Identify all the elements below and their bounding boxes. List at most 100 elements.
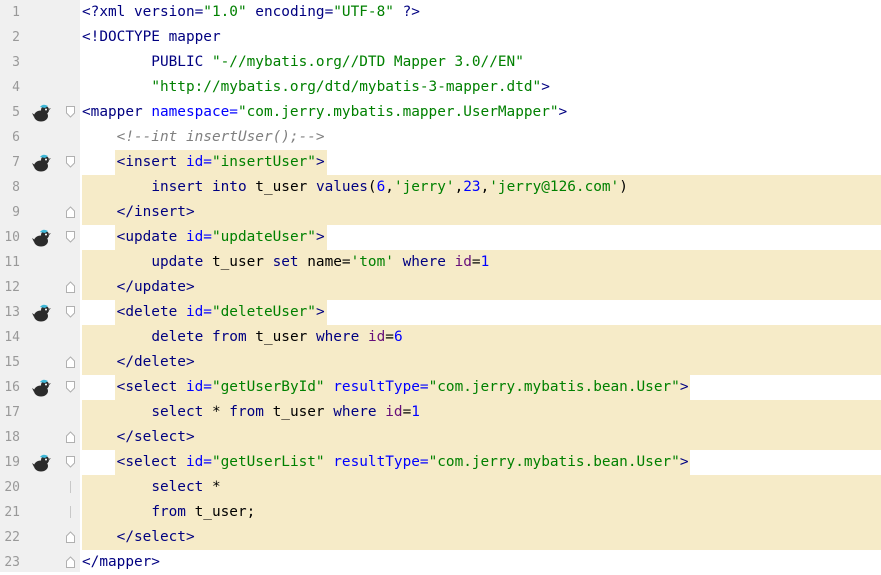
mybatis-bird-icon[interactable] [31, 103, 51, 123]
line-number: 19 [4, 455, 20, 470]
fold-marker-icon[interactable] [66, 231, 75, 243]
code-token: ?> [393, 4, 420, 20]
code-line[interactable]: 16 <select id="getUserById" resultType="… [0, 375, 881, 400]
fold-marker-icon[interactable] [66, 106, 75, 118]
line-number: 2 [12, 30, 20, 45]
mybatis-bird-icon[interactable] [31, 453, 51, 473]
line-number: 23 [4, 555, 20, 570]
code-token: > [315, 304, 325, 320]
code-line[interactable]: 15 </delete> [0, 350, 881, 375]
fold-marker-icon[interactable] [66, 281, 75, 293]
code-text: </select> [82, 525, 195, 550]
code-token: "-//mybatis.org//DTD Mapper 3.0//EN" [211, 54, 524, 70]
line-number: 15 [4, 355, 20, 370]
code-line[interactable]: 23 </mapper> [0, 550, 881, 575]
fold-marker-icon[interactable] [66, 206, 75, 218]
line-number: 22 [4, 530, 20, 545]
line-number: 10 [4, 230, 20, 245]
statement-highlight [82, 425, 881, 450]
code-text: "http://mybatis.org/dtd/mybatis-3-mapper… [82, 75, 550, 100]
code-text: </delete> [82, 350, 195, 375]
fold-marker-icon[interactable] [66, 156, 75, 168]
code-token: t_user; [185, 504, 256, 520]
code-token: "getUserList" [211, 454, 325, 470]
mybatis-bird-icon[interactable] [31, 153, 51, 173]
code-token: where [333, 404, 377, 420]
code-token: <mapper [82, 104, 152, 120]
code-token: "updateUser" [211, 229, 316, 245]
code-token: </update> [116, 279, 195, 295]
code-line[interactable]: 8 insert into t_user values(6,'jerry',23… [0, 175, 881, 200]
fold-marker-icon[interactable] [66, 381, 75, 393]
fold-marker-icon[interactable] [66, 306, 75, 318]
mybatis-bird-icon[interactable] [31, 303, 51, 323]
code-token: <select [116, 454, 186, 470]
mybatis-bird-icon[interactable] [31, 378, 51, 398]
line-number: 1 [12, 5, 20, 20]
code-line[interactable]: 5 <mapper namespace="com.jerry.mybatis.ma… [0, 100, 881, 125]
code-token: <!DOCTYPE mapper [82, 29, 221, 45]
code-token: "com.jerry.mybatis.bean.User" [428, 379, 680, 395]
code-line[interactable]: 13 <delete id="deleteUser"> [0, 300, 881, 325]
code-token: id= [185, 229, 212, 245]
code-editor[interactable]: 1 <?xml version="1.0" encoding="UTF-8" ?>… [0, 0, 881, 572]
code-line[interactable]: 12 </update> [0, 275, 881, 300]
code-token: resultType= [324, 379, 429, 395]
code-token: "UTF-8" [333, 4, 394, 20]
code-token: 6 [376, 179, 386, 195]
fold-marker-icon[interactable] [66, 431, 75, 443]
code-line[interactable]: 9 </insert> [0, 200, 881, 225]
code-token: 'jerry@126.com' [489, 179, 620, 195]
code-token: > [679, 379, 689, 395]
line-number: 20 [4, 480, 20, 495]
code-line[interactable]: 22 </select> [0, 525, 881, 550]
code-text: <delete id="deleteUser"> [82, 300, 325, 325]
code-area[interactable]: 1 <?xml version="1.0" encoding="UTF-8" ?>… [0, 0, 881, 572]
fold-marker-icon[interactable] [66, 456, 75, 468]
code-line[interactable]: 18 </select> [0, 425, 881, 450]
code-token: values [315, 179, 368, 195]
code-line[interactable]: 4 "http://mybatis.org/dtd/mybatis-3-mapp… [0, 75, 881, 100]
code-token: PUBLIC [82, 54, 212, 70]
code-line[interactable]: 6 <!--int insertUser();--> [0, 125, 881, 150]
mybatis-bird-icon[interactable] [31, 228, 51, 248]
fold-marker-icon[interactable] [66, 531, 75, 543]
code-line[interactable]: 19 <select id="getUserList" resultType="… [0, 450, 881, 475]
code-token: set [272, 254, 299, 270]
code-line[interactable]: 2 <!DOCTYPE mapper [0, 25, 881, 50]
code-token: 'tom' [350, 254, 394, 270]
code-line[interactable]: 7 <insert id="insertUser"> [0, 150, 881, 175]
code-token: encoding= [246, 4, 334, 20]
code-token: t_user [246, 179, 316, 195]
line-number: 11 [4, 255, 20, 270]
fold-marker-icon[interactable] [66, 556, 75, 568]
line-number: 13 [4, 305, 20, 320]
code-line[interactable]: 1 <?xml version="1.0" encoding="UTF-8" ?> [0, 0, 881, 25]
code-token: > [558, 104, 568, 120]
fold-marker-icon[interactable] [66, 356, 75, 368]
statement-highlight [82, 525, 881, 550]
code-text: <?xml version="1.0" encoding="UTF-8" ?> [82, 0, 420, 25]
code-token: ( [367, 179, 377, 195]
code-line[interactable]: 3 PUBLIC "-//mybatis.org//DTD Mapper 3.0… [0, 50, 881, 75]
code-line[interactable]: 11 update t_user set name='tom' where id… [0, 250, 881, 275]
code-line[interactable]: 10 <update id="updateUser"> [0, 225, 881, 250]
code-line[interactable]: 17 select * from t_user where id=1 [0, 400, 881, 425]
code-line[interactable]: 20 select * [0, 475, 881, 500]
code-line[interactable]: 14 delete from t_user where id=6 [0, 325, 881, 350]
code-text: <!--int insertUser();--> [82, 125, 325, 150]
code-line[interactable]: 21 from t_user; [0, 500, 881, 525]
code-token: 1 [411, 404, 420, 420]
code-token: 23 [463, 179, 481, 195]
